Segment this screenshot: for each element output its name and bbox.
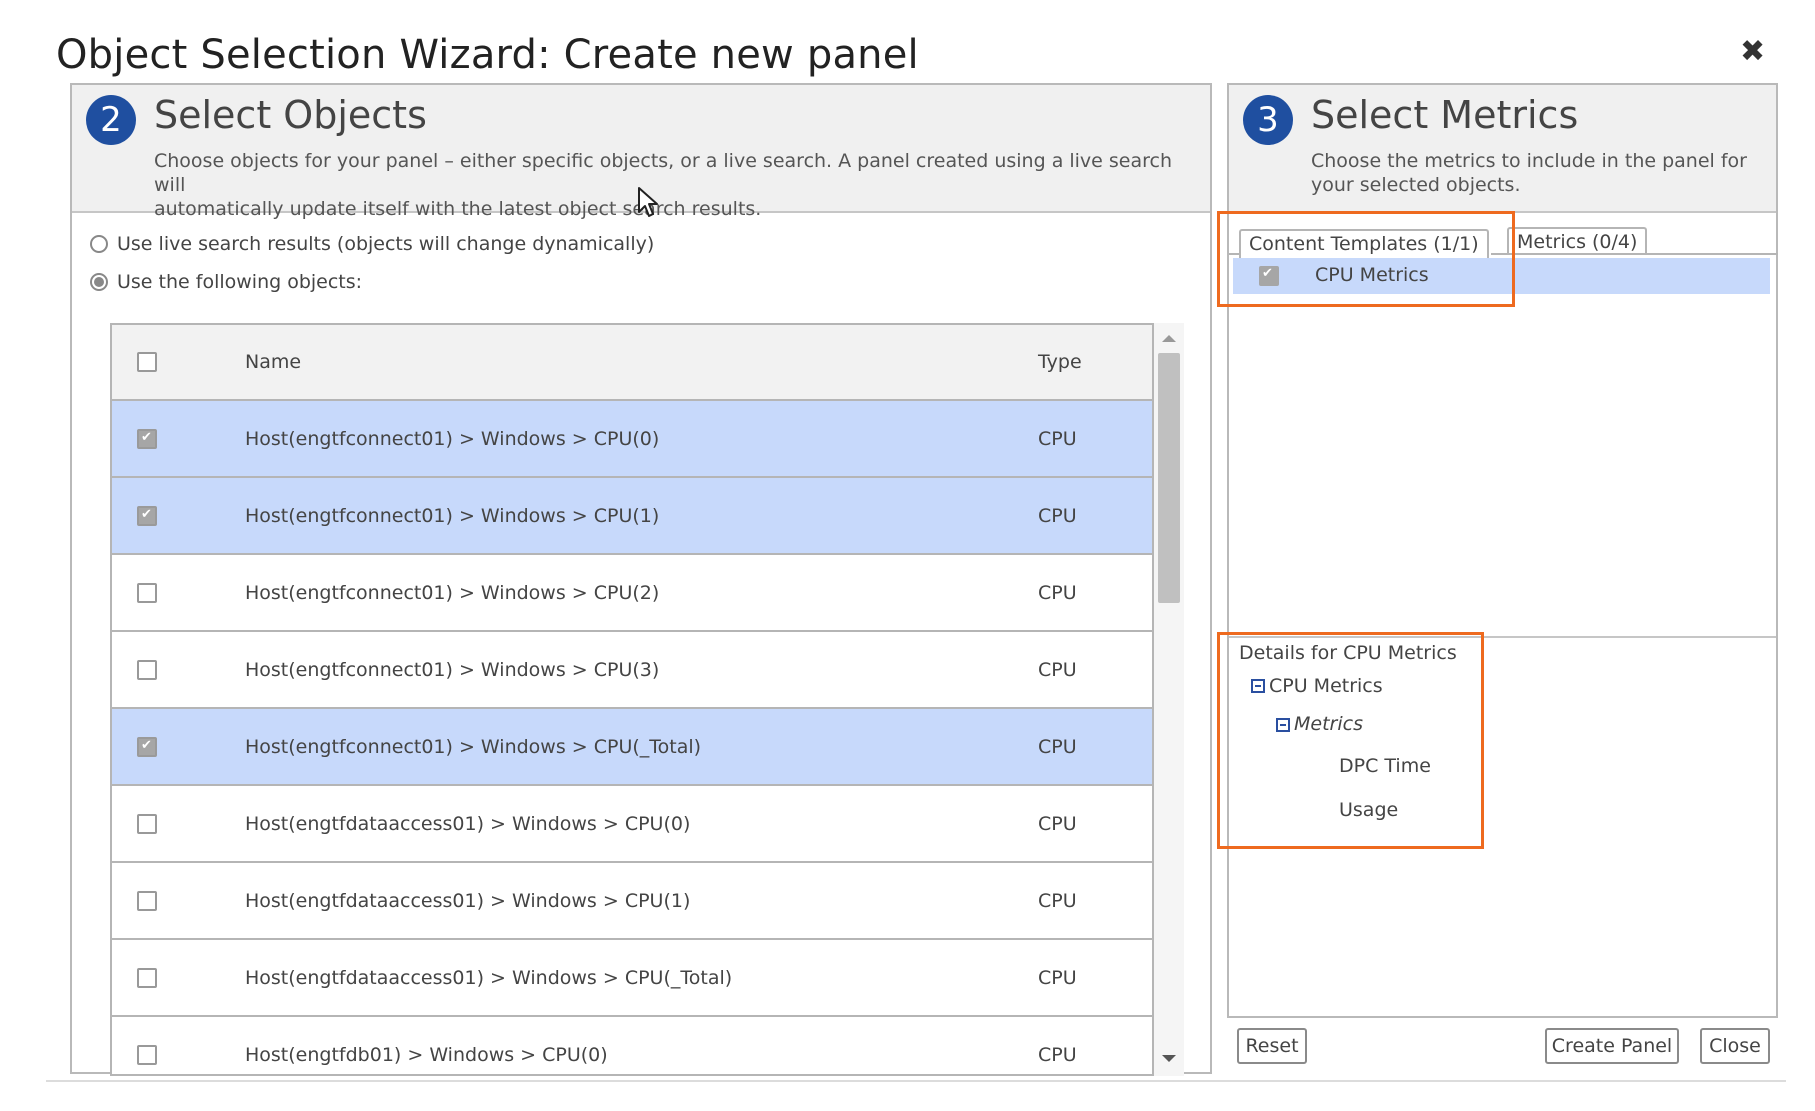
row-name: Host(engtfconnect01) > Windows > CPU(2) xyxy=(245,581,660,604)
select-metrics-title: Select Metrics xyxy=(1311,93,1579,137)
mouse-pointer-icon xyxy=(638,187,658,217)
radio-live-search[interactable]: Use live search results (objects will ch… xyxy=(90,233,654,255)
row-checkbox[interactable] xyxy=(137,1044,157,1065)
highlight-content-templates xyxy=(1217,211,1515,307)
radio-live-search-label: Use live search results (objects will ch… xyxy=(117,233,655,255)
row-name: Host(engtfdataaccess01) > Windows > CPU(… xyxy=(245,812,691,835)
row-name: Host(engtfdataaccess01) > Windows > CPU(… xyxy=(245,889,691,912)
close-icon[interactable]: ✖ xyxy=(1740,34,1765,69)
highlight-details xyxy=(1217,632,1484,849)
objects-table: Name Type Host(engtfconnect01) > Windows… xyxy=(110,323,1154,1076)
table-row[interactable]: Host(engtfconnect01) > Windows > CPU(2) C… xyxy=(112,555,1152,632)
table-row[interactable]: Host(engtfconnect01) > Windows > CPU(1) C… xyxy=(112,478,1152,555)
create-panel-button[interactable]: Create Panel xyxy=(1545,1028,1679,1064)
row-checkbox[interactable] xyxy=(137,967,157,988)
table-row[interactable]: Host(engtfdb01) > Windows > CPU(0) CPU xyxy=(112,1017,1152,1074)
select-metrics-header: 3 Select Metrics Choose the metrics to i… xyxy=(1229,85,1776,213)
description-line: automatically update itself with the lat… xyxy=(154,198,762,220)
column-header-type[interactable]: Type xyxy=(1038,351,1082,373)
row-name: Host(engtfdb01) > Windows > CPU(0) xyxy=(245,1043,608,1066)
row-type: CPU xyxy=(1038,427,1077,450)
row-checkbox[interactable] xyxy=(137,428,157,449)
table-row[interactable]: Host(engtfconnect01) > Windows > CPU(_To… xyxy=(112,709,1152,786)
select-objects-title: Select Objects xyxy=(154,93,427,137)
tab-metrics[interactable]: Metrics (0/4) xyxy=(1507,227,1648,253)
table-row[interactable]: Host(engtfdataaccess01) > Windows > CPU(… xyxy=(112,940,1152,1017)
table-row[interactable]: Host(engtfdataaccess01) > Windows > CPU(… xyxy=(112,863,1152,940)
row-type: CPU xyxy=(1038,735,1077,758)
row-type: CPU xyxy=(1038,581,1077,604)
select-all-checkbox[interactable] xyxy=(137,352,157,372)
description-line: your selected objects. xyxy=(1311,174,1521,196)
description-line: Choose the metrics to include in the pan… xyxy=(1311,150,1747,172)
select-metrics-description: Choose the metrics to include in the pan… xyxy=(1311,149,1771,197)
row-name: Host(engtfconnect01) > Windows > CPU(1) xyxy=(245,504,660,527)
row-checkbox[interactable] xyxy=(137,736,157,757)
row-type: CPU xyxy=(1038,658,1077,681)
row-name: Host(engtfconnect01) > Windows > CPU(3) xyxy=(245,658,660,681)
tab-underline xyxy=(1491,253,1778,255)
description-line: Choose objects for your panel – either s… xyxy=(154,150,1173,196)
radio-button-selected[interactable] xyxy=(90,273,108,291)
table-row[interactable]: Host(engtfconnect01) > Windows > CPU(3) C… xyxy=(112,632,1152,709)
radio-following-objects-label: Use the following objects: xyxy=(117,271,363,293)
row-checkbox[interactable] xyxy=(137,813,157,834)
row-checkbox[interactable] xyxy=(137,582,157,603)
close-button[interactable]: Close xyxy=(1700,1028,1770,1064)
row-checkbox[interactable] xyxy=(137,659,157,680)
table-header: Name Type xyxy=(112,325,1152,401)
step-2-badge: 2 xyxy=(86,95,136,145)
row-type: CPU xyxy=(1038,812,1077,835)
radio-button[interactable] xyxy=(90,235,108,253)
scroll-thumb[interactable] xyxy=(1158,353,1180,603)
row-type: CPU xyxy=(1038,889,1077,912)
dialog-title: Object Selection Wizard: Create new pane… xyxy=(56,32,919,78)
column-header-name[interactable]: Name xyxy=(245,351,301,373)
table-row[interactable]: Host(engtfconnect01) > Windows > CPU(0) C… xyxy=(112,401,1152,478)
scroll-down-arrow[interactable] xyxy=(1162,1055,1176,1062)
select-objects-panel: 2 Select Objects Choose objects for your… xyxy=(70,83,1212,1076)
row-type: CPU xyxy=(1038,504,1077,527)
row-name: Host(engtfdataaccess01) > Windows > CPU(… xyxy=(245,966,733,989)
footer-divider xyxy=(46,1080,1786,1082)
row-name: Host(engtfconnect01) > Windows > CPU(0) xyxy=(245,427,660,450)
row-checkbox[interactable] xyxy=(137,505,157,526)
reset-button[interactable]: Reset xyxy=(1237,1028,1307,1064)
table-scrollbar[interactable] xyxy=(1154,323,1184,1076)
scroll-up-arrow[interactable] xyxy=(1162,335,1176,342)
row-name: Host(engtfconnect01) > Windows > CPU(_To… xyxy=(245,735,702,758)
row-type: CPU xyxy=(1038,966,1077,989)
row-type: CPU xyxy=(1038,1043,1077,1066)
step-3-badge: 3 xyxy=(1243,95,1293,145)
radio-following-objects[interactable]: Use the following objects: xyxy=(90,271,362,293)
select-objects-description: Choose objects for your panel – either s… xyxy=(154,149,1204,221)
table-row[interactable]: Host(engtfdataaccess01) > Windows > CPU(… xyxy=(112,786,1152,863)
row-checkbox[interactable] xyxy=(137,890,157,911)
